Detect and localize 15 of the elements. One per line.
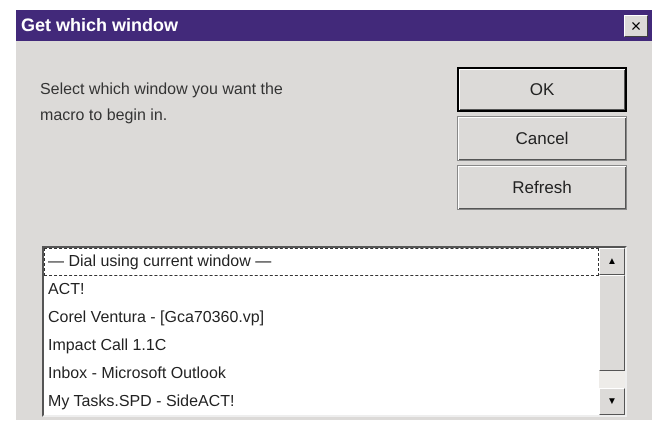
- window-title: Get which window: [21, 15, 178, 36]
- list-item[interactable]: ACT!: [44, 276, 599, 304]
- dialog-button[interactable]: Cancel: [457, 116, 627, 161]
- list-item[interactable]: — Dial using current window —: [44, 248, 599, 276]
- scroll-down-button[interactable]: ▼: [599, 388, 625, 415]
- list-item[interactable]: Inbox - Microsoft Outlook: [44, 360, 599, 388]
- dialog-button[interactable]: Refresh: [457, 165, 627, 210]
- close-button[interactable]: ×: [624, 14, 648, 36]
- instruction-text: Select which window you want the macro to begin in.: [40, 80, 284, 126]
- list-item[interactable]: Impact Call 1.1C: [44, 332, 599, 360]
- dialog-button[interactable]: OK: [457, 67, 627, 112]
- scroll-thumb[interactable]: [599, 275, 625, 371]
- list-item[interactable]: My Tasks.SPD - SideACT!: [44, 388, 599, 416]
- scroll-up-button[interactable]: ▲: [599, 248, 625, 275]
- list-item[interactable]: Corel Ventura - [Gca70360.vp]: [44, 304, 599, 332]
